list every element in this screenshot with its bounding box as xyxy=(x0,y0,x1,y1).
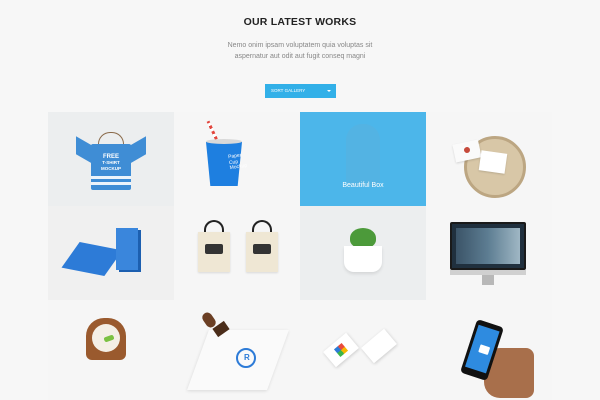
gallery-item-caption: Beautiful Box xyxy=(342,182,384,189)
gallery-item-business-cards[interactable] xyxy=(300,300,426,400)
hover-overlay xyxy=(300,112,426,206)
book-image xyxy=(61,242,123,276)
hanger-icon xyxy=(98,132,124,144)
gallery-item-envelope[interactable] xyxy=(426,112,552,206)
gallery-item-phone[interactable] xyxy=(426,300,552,400)
bag-emblem-icon xyxy=(253,244,271,254)
cup-rim xyxy=(206,139,242,144)
gallery-item-plant[interactable] xyxy=(300,206,426,300)
monitor-image xyxy=(450,222,526,270)
sort-gallery-button[interactable]: SORT GALLERY xyxy=(265,84,336,98)
tshirt-print: FREE T-SHIRT MOCKUP xyxy=(91,154,131,172)
gallery-item-beautiful-box[interactable]: Beautiful Box xyxy=(300,112,426,206)
gallery-item-tshirt[interactable]: FREE T-SHIRT MOCKUP xyxy=(48,112,174,206)
book-image xyxy=(116,228,138,270)
colorful-logo-icon xyxy=(333,342,349,358)
app-logo-icon xyxy=(478,344,491,356)
gallery-item-clock[interactable] xyxy=(48,300,174,400)
caret-down-icon xyxy=(327,90,331,92)
subtitle-line: aspernatur aut odit aut fugit conseq mag… xyxy=(234,53,366,60)
section-subtitle: Nemo onim ipsam voluptatem quia voluptas… xyxy=(0,40,600,62)
section-header: OUR LATEST WORKS Nemo onim ipsam volupta… xyxy=(0,0,600,112)
wooden-clock-image xyxy=(86,318,126,360)
succulent-image xyxy=(350,228,376,248)
gallery-grid: FREE T-SHIRT MOCKUP Paper Cup Mockup Bea… xyxy=(48,112,552,400)
cup-print-line: Mockup xyxy=(229,162,248,172)
card-image xyxy=(478,150,508,174)
screen-photo xyxy=(456,228,520,264)
business-card-image xyxy=(361,328,397,364)
business-card-image xyxy=(323,332,359,368)
bag-emblem-icon xyxy=(205,244,223,254)
clock-hand-icon xyxy=(103,334,115,343)
gallery-item-monitor[interactable] xyxy=(426,206,552,300)
gallery-item-stamp[interactable]: R xyxy=(174,300,300,400)
sort-gallery-label: SORT GALLERY xyxy=(271,88,306,93)
clock-face xyxy=(92,324,120,352)
pot-image xyxy=(344,246,382,272)
tshirt-stripe xyxy=(91,182,131,185)
tshirt-print-line: MOCKUP xyxy=(101,166,121,171)
cup-print: Paper Cup Mockup xyxy=(228,152,248,172)
page-title: OUR LATEST WORKS xyxy=(243,16,357,28)
gallery-item-book[interactable] xyxy=(48,206,174,300)
monitor-stand xyxy=(482,275,494,285)
gallery-item-paper-cup[interactable]: Paper Cup Mockup xyxy=(174,112,300,206)
tshirt-stripe xyxy=(91,176,131,179)
stamp-logo-icon: R xyxy=(244,353,250,362)
gallery-item-tote-bags[interactable] xyxy=(174,206,300,300)
subtitle-line: Nemo onim ipsam voluptatem quia voluptas… xyxy=(227,42,373,49)
